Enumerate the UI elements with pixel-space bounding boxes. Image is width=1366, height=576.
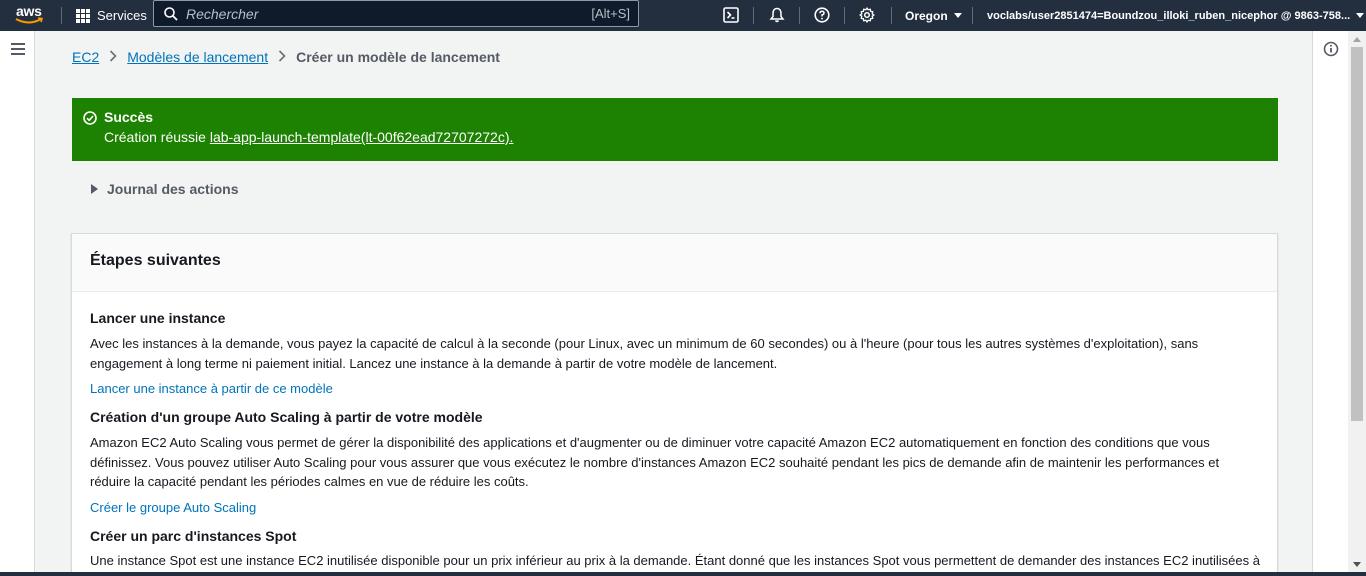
services-grid-icon <box>76 8 90 23</box>
services-label: Services <box>97 8 147 23</box>
nav-divider <box>753 7 754 24</box>
launch-template-link[interactable]: lab-app-launch-template(lt-00f62ead72707… <box>210 129 514 145</box>
section-text-launch-instance: Avec les instances à la demande, vous pa… <box>90 336 1199 371</box>
cloudshell-button[interactable] <box>720 4 742 26</box>
section-text-auto-scaling: Amazon EC2 Auto Scaling vous permet de g… <box>90 435 1220 489</box>
settings-button[interactable] <box>856 4 878 26</box>
success-flash-message: Succès Création réussie lab-app-launch-t… <box>72 98 1278 161</box>
chevron-right-icon <box>278 49 286 65</box>
info-icon[interactable] <box>1323 41 1339 57</box>
section-title-spot-fleet: Créer un parc d'instances Spot <box>90 528 297 544</box>
bottom-edge-bar <box>0 572 1366 576</box>
vertical-scrollbar[interactable] <box>1348 31 1366 576</box>
left-navigation-rail <box>0 31 35 576</box>
aws-logo[interactable]: aws <box>14 2 46 28</box>
breadcrumb-link-launch-templates[interactable]: Modèles de lancement <box>127 49 268 65</box>
notifications-button[interactable] <box>766 4 788 26</box>
search-shortcut-hint: [Alt+S] <box>591 6 630 21</box>
scroll-down-arrow-icon[interactable] <box>1353 562 1361 567</box>
action-log-label: Journal des actions <box>107 181 239 197</box>
nav-divider <box>972 7 973 24</box>
services-menu-button[interactable]: Services <box>76 0 147 31</box>
search-input[interactable] <box>186 5 566 22</box>
flash-message: Création réussie lab-app-launch-template… <box>104 129 513 145</box>
scrollbar-thumb[interactable] <box>1351 47 1363 421</box>
aws-smile-icon <box>15 17 44 24</box>
chevron-down-icon <box>953 13 962 18</box>
bell-icon <box>769 7 785 23</box>
create-auto-scaling-group-link[interactable]: Créer le groupe Auto Scaling <box>90 500 256 515</box>
nav-divider <box>844 7 845 24</box>
flash-title: Succès <box>104 109 154 125</box>
search-box[interactable]: [Alt+S] <box>153 0 639 27</box>
nav-divider <box>891 7 892 24</box>
breadcrumb: EC2 Modèles de lancement Créer un modèle… <box>72 49 500 65</box>
nav-divider <box>61 7 62 24</box>
menu-icon[interactable] <box>11 43 25 55</box>
nav-divider <box>799 7 800 24</box>
account-label: voclabs/user2851474=Boundzou_illoki_rube… <box>987 9 1351 22</box>
launch-instance-link[interactable]: Lancer une instance à partir de ce modèl… <box>90 381 333 396</box>
status-success-icon <box>83 111 97 125</box>
action-log-expander[interactable]: Journal des actions <box>91 181 238 197</box>
scroll-up-arrow-icon[interactable] <box>1353 37 1361 42</box>
chevron-right-icon <box>109 49 117 65</box>
search-icon <box>164 6 178 21</box>
panel-title: Étapes suivantes <box>90 252 221 269</box>
breadcrumb-current: Créer un modèle de lancement <box>296 49 500 65</box>
section-title-auto-scaling: Création d'un groupe Auto Scaling à part… <box>90 409 483 425</box>
region-label: Oregon <box>905 8 948 23</box>
next-steps-panel: Étapes suivantes Lancer une instance Ave… <box>71 233 1278 576</box>
caret-right-icon <box>91 184 98 194</box>
panel-header: Étapes suivantes <box>72 234 1277 292</box>
gear-icon <box>859 7 875 23</box>
help-icon <box>814 7 830 23</box>
right-tools-rail <box>1312 31 1348 576</box>
chevron-down-icon <box>1356 13 1365 18</box>
breadcrumb-link-ec2[interactable]: EC2 <box>72 49 99 65</box>
cloudshell-icon <box>723 7 739 23</box>
top-navigation-bar: aws Services [Alt+S] <box>0 0 1366 31</box>
section-title-launch-instance: Lancer une instance <box>90 310 226 326</box>
flash-message-text: Création réussie <box>104 129 210 145</box>
account-menu[interactable]: voclabs/user2851474=Boundzou_illoki_rube… <box>987 0 1365 31</box>
help-button[interactable] <box>811 4 833 26</box>
region-selector[interactable]: Oregon <box>905 0 962 31</box>
